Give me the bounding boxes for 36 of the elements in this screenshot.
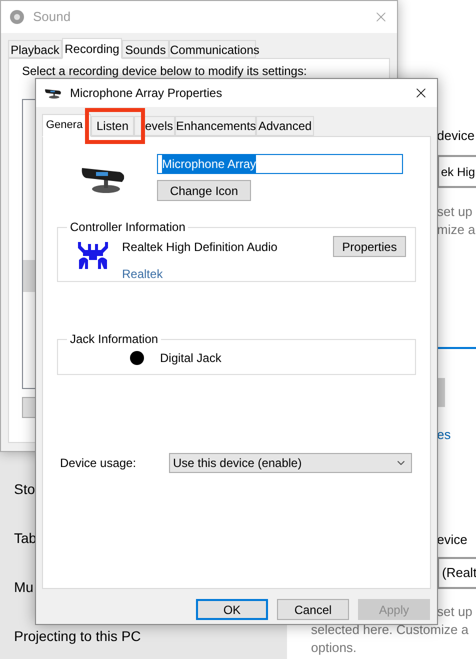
dialog-button[interactable]: OK [196,599,268,620]
group-label: Controller Information [69,220,186,234]
dialog-button[interactable]: Cancel [277,599,349,620]
name-field-text: Microphone Array [162,155,256,173]
device-usage-select[interactable]: Use this device (enable) [169,453,412,473]
nav-item[interactable]: Projecting to this PC [14,627,287,659]
window-title: Sound [33,8,72,26]
settings-link[interactable]: es [437,426,476,444]
description-text: selected here. Customize a [311,621,470,639]
tab[interactable]: Recording [62,38,122,59]
tab[interactable]: Listen [91,116,134,136]
description-text: mize a [437,221,476,239]
section-heading: device [437,127,476,145]
tab[interactable]: Playback [8,40,62,58]
tab[interactable]: Advanced [256,116,314,136]
tab[interactable]: Genera [42,114,91,137]
description-text: set up [437,203,474,221]
crab-logo-icon [76,240,110,270]
properties-button[interactable]: Properties [333,236,406,257]
instruction-text: Select a recording device below to modify its settings: [22,63,308,80]
description-text: set up [437,603,472,621]
microphone-icon [44,87,62,99]
window-title: Microphone Array Properties [70,85,224,102]
field-label: Device usage: [60,455,138,472]
vendor-link[interactable]: Realtek [122,265,278,283]
description-text: options. [311,639,358,657]
controller-name: Realtek High Definition Audio [122,239,278,256]
speaker-icon [9,9,25,25]
section-heading: evice [437,531,468,549]
change-icon-button[interactable]: Change Icon [157,180,251,201]
tab[interactable]: Enhancements [175,116,256,136]
jack-name: Digital Jack [160,350,222,367]
tab[interactable]: evels [134,116,175,136]
name-field[interactable]: Microphone Array [157,154,403,174]
tab[interactable]: Sounds [122,40,169,58]
group-label: Jack Information [69,332,160,346]
